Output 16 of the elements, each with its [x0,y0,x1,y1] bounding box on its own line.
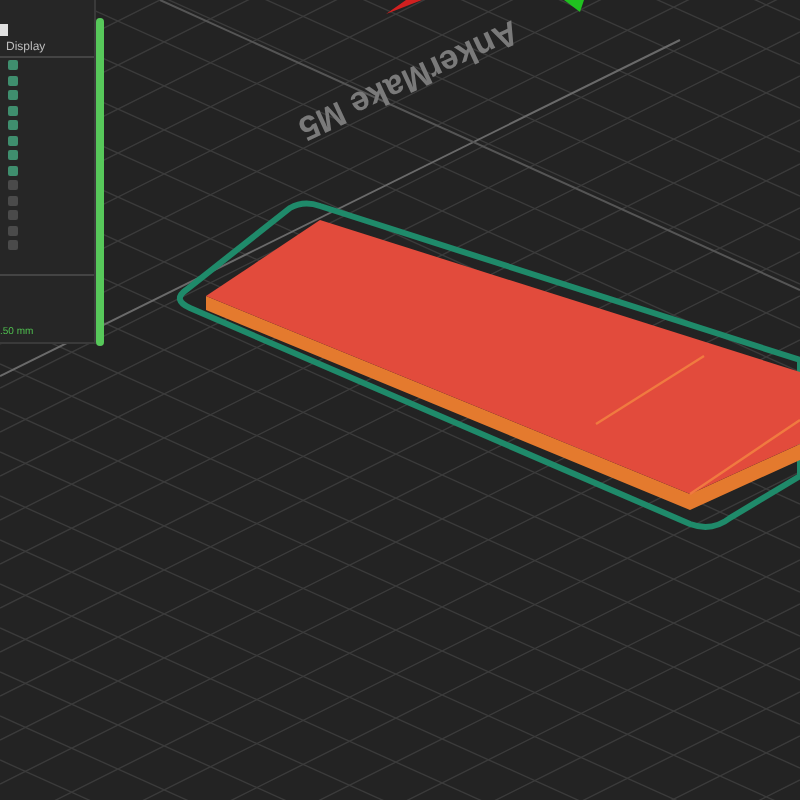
display-checkbox[interactable] [8,90,18,100]
display-checkbox[interactable] [8,105,18,115]
display-checkbox[interactable] [8,240,18,250]
display-checkbox[interactable] [8,165,18,175]
display-checkbox[interactable] [8,180,18,190]
display-checkbox[interactable] [8,75,18,85]
y-axis-icon [564,0,584,12]
display-checkbox[interactable] [8,60,18,70]
display-checkbox[interactable] [8,225,18,235]
display-checkbox[interactable] [8,210,18,220]
display-checkbox[interactable] [8,150,18,160]
display-checkbox[interactable] [8,120,18,130]
display-checkbox[interactable] [8,195,18,205]
display-checkbox[interactable] [8,135,18,145]
layer-slider[interactable] [96,18,104,346]
x-axis-icon [386,0,422,14]
